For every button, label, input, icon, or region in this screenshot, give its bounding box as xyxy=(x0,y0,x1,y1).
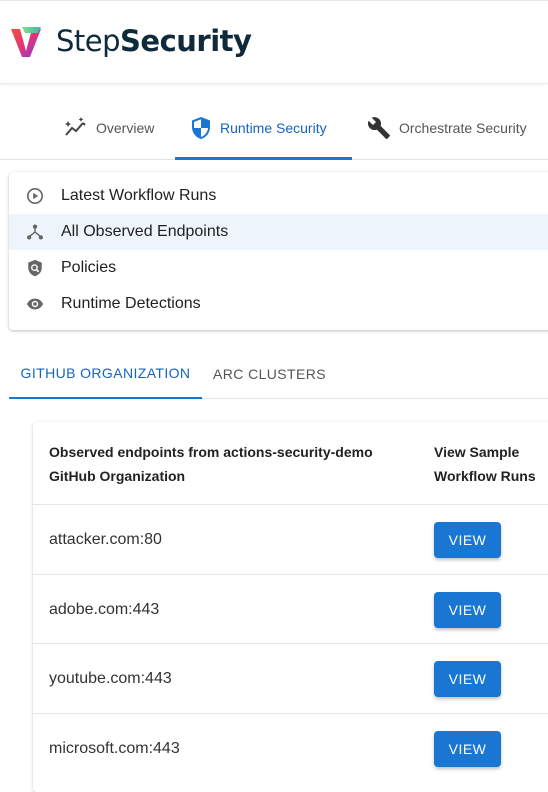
top-nav: Overview Runtime Security Orchestrate Se… xyxy=(0,96,548,160)
menu-item-runtime-detections[interactable]: Runtime Detections xyxy=(9,286,548,322)
brand-name-part2: Security xyxy=(120,24,252,58)
column-header-line: Workflow Runs xyxy=(434,468,536,484)
nav-overview-label: Overview xyxy=(96,120,155,136)
eye-icon xyxy=(26,298,44,310)
menu-item-policies[interactable]: Policies xyxy=(9,250,548,286)
endpoint-cell: youtube.com:443 xyxy=(49,669,172,687)
view-button[interactable]: VIEW xyxy=(434,522,501,558)
table-row: attacker.com:80 VIEW xyxy=(33,504,548,574)
sparkline-icon xyxy=(65,117,86,136)
column-header-line: Observed endpoints from actions-security… xyxy=(49,444,373,460)
view-button[interactable]: VIEW xyxy=(434,661,501,697)
menu-item-label: Runtime Detections xyxy=(61,295,201,312)
menu-item-label: All Observed Endpoints xyxy=(61,223,229,240)
wrench-icon xyxy=(367,117,390,139)
menu-item-latest-workflow-runs[interactable]: Latest Workflow Runs xyxy=(9,178,548,214)
endpoints-table: Observed endpoints from actions-security… xyxy=(33,422,548,792)
policy-icon xyxy=(28,259,42,277)
nav-runtime-security[interactable]: Runtime Security xyxy=(190,96,327,160)
table-row: microsoft.com:443 VIEW xyxy=(33,713,548,783)
table-row: youtube.com:443 VIEW xyxy=(33,643,548,713)
nav-active-indicator xyxy=(175,157,352,160)
column-header-line: GitHub Organization xyxy=(49,468,186,484)
column-header-endpoints: Observed endpoints from actions-security… xyxy=(49,440,373,488)
play-circle-icon xyxy=(26,187,44,205)
tab-label: GITHUB ORGANIZATION xyxy=(20,364,191,381)
endpoint-cell: attacker.com:80 xyxy=(49,530,162,548)
nav-orchestrate-security[interactable]: Orchestrate Security xyxy=(367,96,527,160)
nav-runtime-security-label: Runtime Security xyxy=(220,120,327,136)
view-button[interactable]: VIEW xyxy=(434,731,501,767)
column-header-sample-runs: View Sample Workflow Runs xyxy=(434,440,536,488)
endpoint-cell: adobe.com:443 xyxy=(49,600,160,618)
menu-item-label: Policies xyxy=(61,259,117,276)
view-button[interactable]: VIEW xyxy=(434,592,501,628)
table-row: adobe.com:443 VIEW xyxy=(33,574,548,644)
tab-label: ARC CLUSTERS xyxy=(213,365,326,382)
column-header-line: View Sample xyxy=(434,444,520,460)
nav-overview[interactable]: Overview xyxy=(64,96,154,160)
tab-github-organization[interactable]: GITHUB ORGANIZATION xyxy=(9,348,202,399)
nav-orchestrate-security-label: Orchestrate Security xyxy=(399,120,527,136)
menu-item-label: Latest Workflow Runs xyxy=(61,187,217,204)
network-icon xyxy=(26,224,44,240)
endpoint-cell: microsoft.com:443 xyxy=(49,739,180,757)
scope-tabs: GITHUB ORGANIZATION ARC CLUSTERS xyxy=(9,348,548,399)
tab-arc-clusters[interactable]: ARC CLUSTERS xyxy=(202,348,337,399)
runtime-menu: Latest Workflow Runs All Observed Endpoi… xyxy=(9,172,548,330)
stepsecurity-logo-icon[interactable] xyxy=(8,23,44,59)
app-header: StepSecurity xyxy=(0,0,548,84)
brand-name-part1: Step xyxy=(56,24,121,58)
shield-icon xyxy=(192,117,210,139)
brand-name[interactable]: StepSecurity xyxy=(56,21,252,61)
menu-item-all-observed-endpoints[interactable]: All Observed Endpoints xyxy=(9,214,548,250)
